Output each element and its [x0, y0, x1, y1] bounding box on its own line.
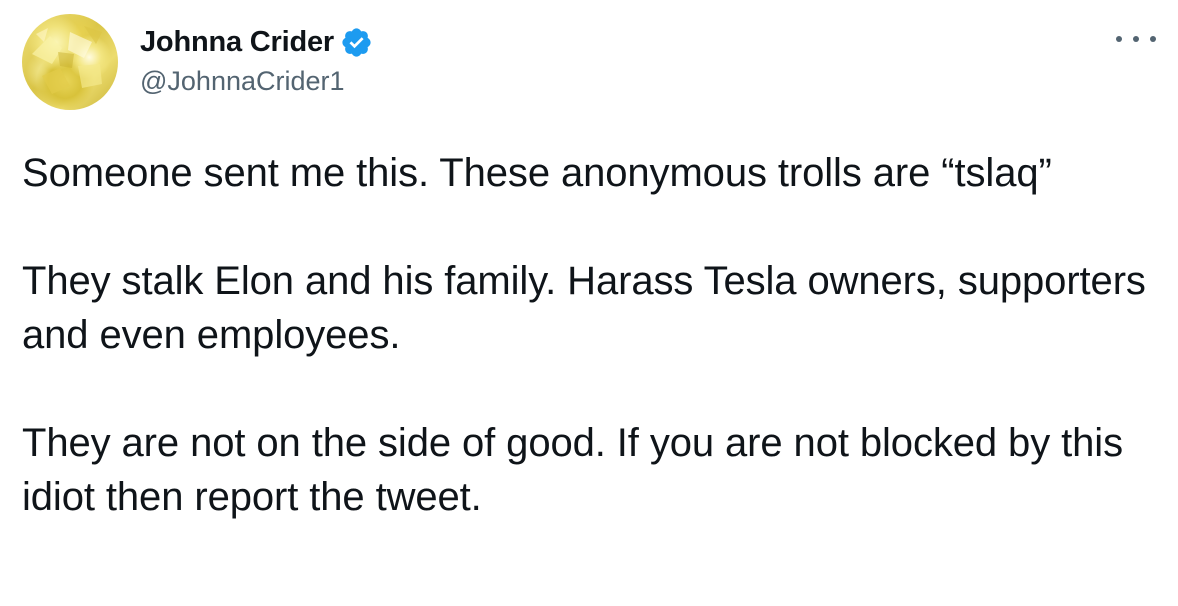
verified-badge-icon	[340, 26, 373, 59]
tweet-text: Someone sent me this. These anonymous tr…	[22, 146, 1162, 524]
tweet-paragraph-3: They are not on the side of good. If you…	[22, 421, 1123, 519]
avatar-image	[32, 26, 102, 94]
author-display-name[interactable]: Johnna Crider	[140, 26, 334, 59]
author-handle[interactable]: @JohnnaCrider1	[140, 66, 345, 97]
more-options-icon[interactable]	[1116, 26, 1156, 52]
avatar[interactable]	[22, 14, 118, 110]
tweet-paragraph-1: Someone sent me this. These anonymous tr…	[22, 151, 1052, 195]
tweet-paragraph-2: They stalk Elon and his family. Harass T…	[22, 259, 1146, 357]
tweet-card: Johnna Crider @JohnnaCrider1 Someone sen…	[0, 0, 1178, 606]
author-name-row[interactable]: Johnna Crider	[140, 24, 373, 60]
